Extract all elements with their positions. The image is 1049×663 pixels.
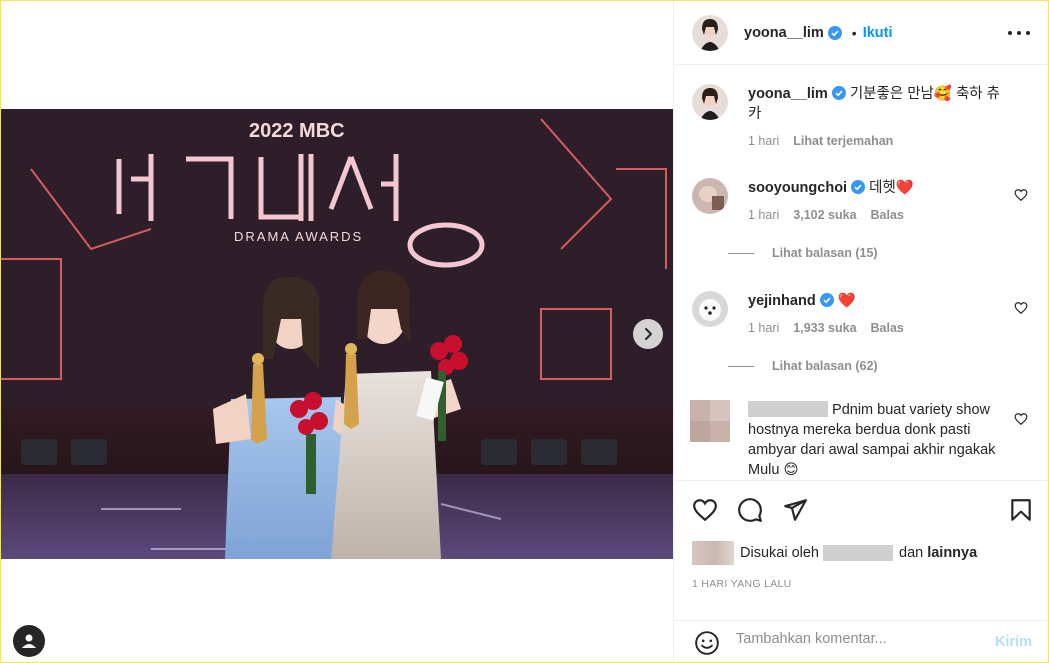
post-details-panel: yoona__lim • Ikuti yoona__lim 기분좋은 만남🥰 축… [673,1,1048,662]
more-icon[interactable] [1008,23,1030,43]
photo-illustration: 2022 MBC DRAMA AWARDS [1,109,673,559]
reply-button[interactable]: Balas [871,321,904,335]
comment-username[interactable]: sooyoungchoi [748,180,847,196]
caption-username[interactable]: yoona__lim [748,86,828,102]
post-timestamp[interactable]: 1 HARI YANG LALU [692,578,792,590]
blurred-avatar [692,541,734,565]
comment-icon[interactable] [737,497,763,523]
comment-time[interactable]: 1 hari [748,321,779,335]
avatar[interactable] [692,291,728,327]
comment-likes[interactable]: 1,933 suka [793,321,856,335]
reply-button[interactable]: Balas [871,208,904,222]
send-button[interactable]: Kirim [995,634,1032,650]
svg-text:2022 MBC: 2022 MBC [249,120,345,142]
share-icon[interactable] [782,497,808,523]
view-replies-link[interactable]: Lihat balasan (15) [728,246,878,260]
comment-input[interactable] [736,631,956,647]
action-bar [674,480,1048,540]
verified-badge-icon [819,293,834,307]
verified-badge-icon [827,25,842,40]
svg-text:DRAMA AWARDS: DRAMA AWARDS [234,229,363,244]
add-comment-bar: Kirim [674,620,1048,662]
avatar[interactable] [692,84,728,120]
comment-likes[interactable]: 3,102 suka [793,208,856,222]
profile-icon [22,634,36,648]
view-replies-link[interactable]: Lihat balasan (62) [728,359,878,373]
comment-text: 데헷❤️ [869,180,914,196]
caption-time[interactable]: 1 hari [748,134,779,148]
post-header: yoona__lim • Ikuti [674,1,1048,65]
next-photo-button[interactable] [633,319,663,349]
media-panel: 2022 MBC DRAMA AWARDS [1,1,673,662]
post-username[interactable]: yoona__lim [744,25,824,41]
heart-icon[interactable] [1014,412,1028,426]
likes-summary: Disukai oleh dan lainnya [692,541,977,565]
heart-icon[interactable] [1014,188,1028,202]
comment-username[interactable]: yejinhand [748,293,816,309]
likes-others-link[interactable]: lainnya [927,545,977,561]
chevron-right-icon [645,328,652,340]
avatar[interactable] [692,178,728,214]
comment-text: ❤️ [837,293,856,309]
comment-time[interactable]: 1 hari [748,208,779,222]
verified-badge-icon [831,86,846,100]
avatar[interactable] [692,14,728,51]
follow-button[interactable]: Ikuti [863,25,893,41]
blurred-username [748,401,828,417]
heart-icon[interactable] [692,497,718,523]
separator-dot: • [851,24,857,41]
translate-link[interactable]: Lihat terjemahan [793,134,893,148]
likes-prefix: Disukai oleh [740,545,819,561]
profile-button[interactable] [13,625,45,657]
verified-badge-icon [851,180,866,194]
avatar[interactable] [690,400,730,442]
blurred-username [823,545,893,561]
post-photo[interactable]: 2022 MBC DRAMA AWARDS [1,109,673,559]
emoji-icon[interactable] [694,630,720,656]
comments-list: yoona__lim 기분좋은 만남🥰 축하 츄카 1 hari Lihat te… [674,66,1048,480]
likes-connector: dan [899,545,924,561]
bookmark-icon[interactable] [1008,497,1034,523]
heart-icon[interactable] [1014,301,1028,315]
